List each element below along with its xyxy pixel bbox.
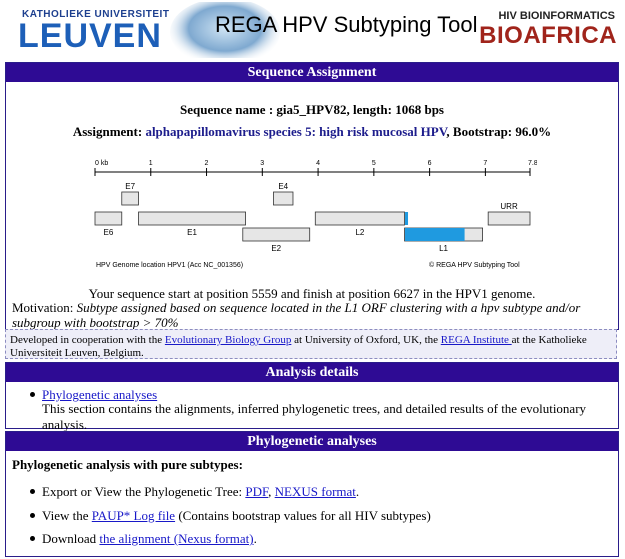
gene-e6 <box>94 211 123 226</box>
tick-label: 7 <box>483 160 487 167</box>
gene-urr <box>487 211 531 226</box>
bioafrica-logo: BIOAFRICA <box>479 22 617 49</box>
coop-text: at University of Oxford, UK, the <box>291 334 441 346</box>
query-region-l1 <box>405 228 465 241</box>
list-item-export-tree: Export or View the Phylogenetic Tree: PD… <box>29 484 360 500</box>
analysis-details-panel: Analysis details Phylogenetic analyses T… <box>5 362 619 432</box>
tick-label: 0 kb <box>95 160 108 167</box>
bioafrica-small-text: HIV BIOINFORMATICS <box>498 10 615 22</box>
tick-label: 5 <box>372 160 376 167</box>
gene-label-l1: L1 <box>439 244 448 253</box>
genome-map: 0 kb 1 2 3 4 5 6 7 7.8 E7 E4 URR E6 E1 L2 E2 L1 HPV Gen… <box>94 160 537 269</box>
tick-label: 1 <box>149 160 153 167</box>
phylogenetic-analyses-panel: Phylogenetic analyses Phylogenetic analy… <box>5 431 619 557</box>
gene-e4 <box>273 191 294 206</box>
assignment: Assignment: alphapapillomavirus species … <box>6 124 618 140</box>
gene-e1 <box>138 211 246 226</box>
nexus-format-link[interactable]: NEXUS format <box>275 484 356 499</box>
motivation-label: Motivation: <box>12 300 77 315</box>
cooperation-note: Developed in cooperation with the Evolut… <box>5 329 617 359</box>
query-region-l2 <box>405 212 409 225</box>
gene-l2 <box>314 211 405 226</box>
gene-e2 <box>242 227 311 242</box>
pdf-link[interactable]: PDF <box>245 484 268 499</box>
panel-title: Phylogenetic analyses <box>6 432 618 451</box>
gene-label-e1: E1 <box>187 228 197 237</box>
tick-label: 7.8 <box>528 160 537 167</box>
gene-label-l2: L2 <box>355 228 364 237</box>
list-item-paup-log: View the PAUP* Log file (Contains bootst… <box>30 508 431 524</box>
gene-label-e7: E7 <box>125 182 135 191</box>
evolutionary-biology-group-link[interactable]: Evolutionary Biology Group <box>165 334 292 346</box>
item-text: View the <box>42 508 92 523</box>
gene-label-urr: URR <box>500 202 518 211</box>
item-text: (Contains bootstrap values for all HIV s… <box>175 508 431 523</box>
app-title: REGA HPV Subtyping Tool <box>215 12 478 37</box>
sequence-name: Sequence name : gia5_HPV82, length: 1068… <box>180 102 444 117</box>
assignment-value: alphapapillomavirus species 5: high risk… <box>145 124 447 139</box>
panel-title: Analysis details <box>6 363 618 382</box>
tick-label: 6 <box>428 160 432 167</box>
gene-label-e4: E4 <box>278 182 288 191</box>
motivation: Motivation: Subtype assigned based on se… <box>12 300 608 330</box>
tick-label: 2 <box>205 160 209 167</box>
item-text: . <box>355 484 360 499</box>
paup-log-link[interactable]: PAUP* Log file <box>92 508 175 523</box>
bootstrap-value: , Bootstrap: 96.0% <box>446 124 552 139</box>
axis-ticks: 0 kb 1 2 3 4 5 6 7 7.8 <box>94 160 537 176</box>
gene-e7 <box>121 191 139 206</box>
tick-label: 4 <box>316 160 320 167</box>
phylo-subtitle: Phylogenetic analysis with pure subtypes… <box>12 457 243 472</box>
page-header: KATHOLIEKE UNIVERSITEIT LEUVEN REGA HPV … <box>0 0 625 58</box>
gene-label-e6: E6 <box>103 228 113 237</box>
motivation-text: Subtype assigned based on sequence locat… <box>12 300 581 330</box>
item-text: Download <box>42 531 100 546</box>
list-item-download-alignment: Download the alignment (Nexus format). <box>30 531 257 547</box>
kul-logo: LEUVEN <box>18 17 162 55</box>
genome-footer-right: © REGA HPV Subtyping Tool <box>429 261 520 269</box>
analysis-description: This section contains the alignments, in… <box>42 401 587 432</box>
genome-footer-left: HPV Genome location HPV1 (Acc NC_001356) <box>96 262 243 269</box>
sequence-assignment-panel: Sequence Assignment Sequence name : gia5… <box>5 62 619 330</box>
item-text: Export or View the Phylogenetic Tree: <box>42 484 246 499</box>
rega-institute-link[interactable]: REGA Institute <box>441 334 512 346</box>
item-text: . <box>253 531 257 546</box>
tick-label: 3 <box>260 160 264 167</box>
assignment-label: Assignment: <box>72 124 146 139</box>
alignment-download-link[interactable]: the alignment (Nexus format) <box>99 531 253 546</box>
coop-text: Developed in cooperation with the <box>10 334 165 346</box>
gene-label-e2: E2 <box>271 244 281 253</box>
panel-title: Sequence Assignment <box>6 63 618 82</box>
genes: E7 E4 URR E6 E1 L2 E2 L1 <box>94 182 531 253</box>
